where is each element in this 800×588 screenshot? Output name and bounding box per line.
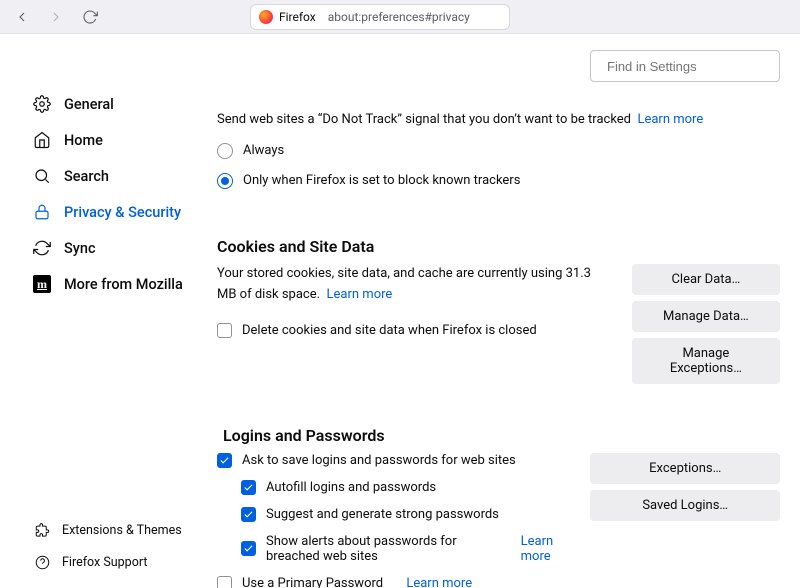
sidebar-item-search[interactable]: Search (0, 158, 205, 194)
autofill-checkbox[interactable] (241, 480, 256, 495)
sidebar-item-label: Home (64, 132, 103, 149)
cookies-description: Your stored cookies, site data, and cach… (217, 266, 591, 302)
lock-icon (32, 202, 52, 222)
breach-alerts-checkbox[interactable] (241, 541, 256, 556)
saved-logins-button[interactable]: Saved Logins… (590, 490, 780, 521)
sidebar-item-more-mozilla[interactable]: m More from Mozilla (0, 266, 205, 302)
manage-exceptions-button[interactable]: Manage Exceptions… (632, 338, 780, 384)
cookies-learn-more-link[interactable]: Learn more (327, 287, 393, 302)
sidebar-footer-support[interactable]: Firefox Support (0, 546, 205, 578)
sidebar-item-label: General (64, 96, 114, 113)
suggest-passwords-checkbox[interactable] (241, 507, 256, 522)
manage-data-button[interactable]: Manage Data… (632, 301, 780, 332)
dnt-radio-only-blocking[interactable] (217, 173, 233, 189)
sync-icon (32, 238, 52, 258)
mozilla-icon: m (32, 274, 52, 294)
delete-on-close-checkbox[interactable] (217, 323, 232, 338)
autofill-label: Autofill logins and passwords (266, 480, 436, 495)
sidebar-item-label: Sync (64, 240, 96, 257)
dnt-radio-only-label: Only when Firefox is set to block known … (243, 173, 520, 188)
dnt-learn-more-link[interactable]: Learn more (637, 112, 703, 127)
home-icon (32, 130, 52, 150)
sidebar: General Home Search (0, 34, 205, 588)
search-icon (32, 166, 52, 186)
sidebar-footer-extensions[interactable]: Extensions & Themes (0, 514, 205, 546)
sidebar-item-general[interactable]: General (0, 86, 205, 122)
dnt-radio-always[interactable] (217, 143, 233, 159)
sidebar-item-label: More from Mozilla (64, 276, 183, 293)
breach-alerts-learn-link[interactable]: Learn more (521, 534, 571, 564)
url-text: about:preferences#privacy (328, 10, 470, 24)
primary-password-checkbox[interactable] (217, 576, 232, 588)
suggest-passwords-label: Suggest and generate strong passwords (266, 507, 499, 522)
settings-search-input[interactable] (590, 50, 780, 82)
sidebar-item-label: Search (64, 168, 109, 185)
content-pane: Send web sites a “Do Not Track” signal t… (205, 34, 800, 588)
sidebar-item-label: Privacy & Security (64, 204, 181, 221)
logins-heading: Logins and Passwords (223, 426, 780, 445)
cookies-heading: Cookies and Site Data (217, 237, 780, 256)
firefox-logo-icon (259, 10, 273, 24)
primary-password-learn-link[interactable]: Learn more (406, 576, 472, 588)
address-bar[interactable]: Firefox about:preferences#privacy (250, 4, 510, 30)
url-brand: Firefox (279, 10, 316, 24)
puzzle-icon (32, 520, 52, 540)
sidebar-footer-label: Extensions & Themes (62, 523, 182, 538)
dnt-description: Send web sites a “Do Not Track” signal t… (217, 112, 631, 127)
forward-button[interactable] (42, 3, 70, 31)
settings-search-field[interactable] (605, 58, 785, 75)
sidebar-item-home[interactable]: Home (0, 122, 205, 158)
sidebar-item-privacy[interactable]: Privacy & Security (0, 194, 205, 230)
sidebar-footer-label: Firefox Support (62, 555, 147, 570)
ask-save-logins-label: Ask to save logins and passwords for web… (242, 453, 516, 468)
delete-on-close-label: Delete cookies and site data when Firefo… (242, 323, 537, 338)
ask-save-logins-checkbox[interactable] (217, 453, 232, 468)
dnt-radio-always-label: Always (243, 143, 284, 158)
sidebar-item-sync[interactable]: Sync (0, 230, 205, 266)
gear-icon (32, 94, 52, 114)
help-icon (32, 552, 52, 572)
primary-password-label: Use a Primary Password (242, 576, 383, 588)
back-button[interactable] (8, 3, 36, 31)
breach-alerts-label: Show alerts about passwords for breached… (266, 534, 497, 564)
browser-toolbar: Firefox about:preferences#privacy (0, 0, 800, 34)
reload-button[interactable] (76, 3, 104, 31)
logins-exceptions-button[interactable]: Exceptions… (590, 453, 780, 484)
clear-data-button[interactable]: Clear Data… (632, 264, 780, 295)
